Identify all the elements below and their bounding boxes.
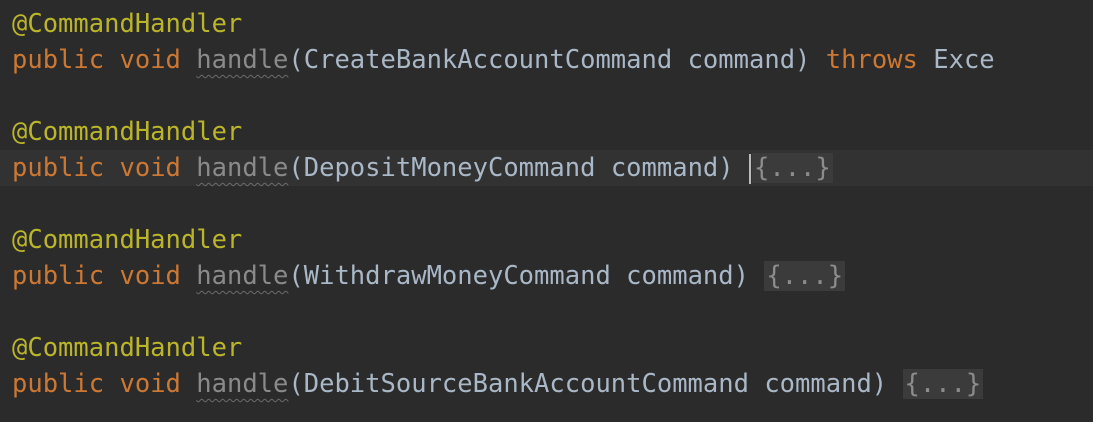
code-editor[interactable]: @CommandHandler public void handle(Creat…	[0, 0, 1093, 422]
open-paren: (	[288, 153, 304, 183]
parameter-type[interactable]: DebitSourceBankAccountCommand	[304, 369, 749, 399]
keyword-modifier: public	[12, 45, 105, 75]
parameter-type[interactable]: WithdrawMoneyCommand	[304, 261, 611, 291]
method-name[interactable]: handle	[196, 45, 288, 75]
keyword-return-type: void	[119, 153, 181, 183]
folded-code-region[interactable]: {...}	[752, 153, 833, 183]
keyword-modifier: public	[12, 369, 105, 399]
open-paren: (	[288, 261, 304, 291]
code-line-method-signature[interactable]: public void handle(WithdrawMoneyCommand …	[0, 258, 1093, 294]
method-name[interactable]: handle	[196, 153, 288, 183]
exception-type[interactable]: Exce	[933, 45, 994, 75]
method-name[interactable]: handle	[196, 369, 288, 399]
keyword-return-type: void	[119, 369, 181, 399]
code-line-annotation[interactable]: @CommandHandler	[0, 114, 1093, 150]
parameter-type[interactable]: CreateBankAccountCommand	[304, 45, 672, 75]
keyword-throws: throws	[825, 45, 918, 75]
close-paren: )	[795, 45, 811, 75]
parameter-name: command	[610, 153, 719, 183]
annotation: @CommandHandler	[12, 225, 243, 255]
parameter-name: command	[626, 261, 734, 291]
open-paren: (	[288, 369, 304, 399]
parameter-type[interactable]: DepositMoneyCommand	[304, 153, 596, 183]
method-name[interactable]: handle	[196, 261, 288, 291]
annotation: @CommandHandler	[12, 117, 243, 147]
keyword-return-type: void	[119, 261, 181, 291]
code-line-annotation[interactable]: @CommandHandler	[0, 6, 1093, 42]
code-line-annotation[interactable]: @CommandHandler	[0, 222, 1093, 258]
code-line-annotation[interactable]: @CommandHandler	[0, 330, 1093, 366]
folded-code-region[interactable]: {...}	[902, 369, 984, 399]
text-caret	[749, 154, 751, 184]
close-paren: )	[871, 369, 888, 399]
parameter-name: command	[764, 369, 872, 399]
close-paren: )	[718, 153, 734, 183]
keyword-return-type: void	[119, 45, 181, 75]
annotation: @CommandHandler	[12, 333, 243, 363]
close-paren: )	[733, 261, 749, 291]
keyword-modifier: public	[12, 153, 105, 183]
code-line-method-signature-current[interactable]: public void handle(DepositMoneyCommand c…	[0, 150, 1093, 186]
annotation: @CommandHandler	[12, 9, 243, 39]
code-line-method-signature[interactable]: public void handle(CreateBankAccountComm…	[0, 42, 1093, 78]
folded-code-region[interactable]: {...}	[764, 261, 846, 291]
keyword-modifier: public	[12, 261, 105, 291]
code-line-method-signature[interactable]: public void handle(DebitSourceBankAccoun…	[0, 366, 1093, 402]
open-paren: (	[288, 45, 304, 75]
parameter-name: command	[687, 45, 796, 75]
